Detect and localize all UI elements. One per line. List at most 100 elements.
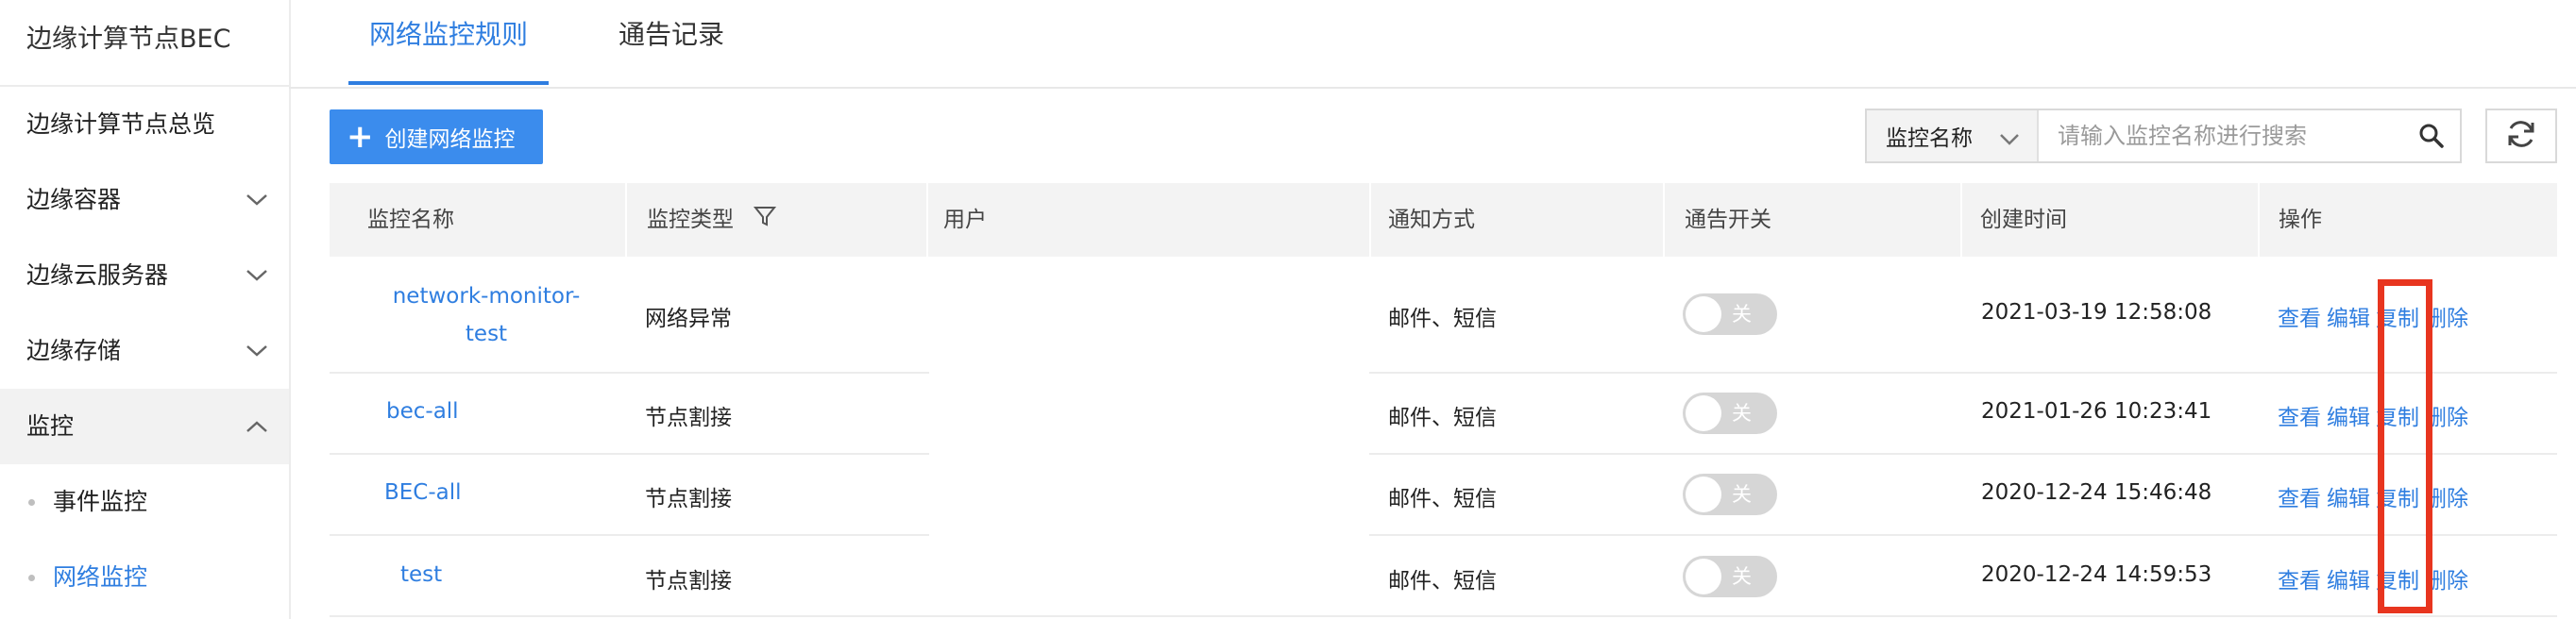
sidebar-item-label: 边缘云服务器 [26, 261, 169, 289]
column-header-type: 监控类型 [647, 183, 777, 258]
column-header-created: 创建时间 [1980, 208, 2067, 232]
bullet-dot [28, 499, 35, 506]
edit-link[interactable]: 编辑 [2327, 406, 2370, 430]
table-header: 监控名称 监控类型 用户 通知方式 通告开关 创建时间 操作 [330, 183, 2557, 257]
switch-knob [1686, 559, 1721, 594]
created-time: 2020-12-24 14:59:53 [1981, 562, 2212, 587]
monitor-name-link[interactable]: bec-all [386, 399, 459, 424]
sidebar-item-label: 边缘存储 [26, 337, 122, 364]
view-link[interactable]: 查看 [2278, 307, 2321, 331]
chevron-down-icon [246, 162, 268, 238]
notify-method: 邮件、短信 [1388, 569, 1497, 594]
column-separator [1663, 183, 1665, 257]
row-actions: 查看 编辑 复制 删除 [2278, 399, 2474, 431]
column-separator [625, 183, 627, 257]
chevron-up-icon [246, 389, 268, 464]
bullet-dot [28, 575, 35, 581]
sidebar-subitem-label: 事件监控 [53, 488, 148, 515]
column-header-user: 用户 [943, 208, 987, 232]
search-input[interactable] [2039, 110, 2403, 161]
monitor-name-link[interactable]: test [400, 562, 442, 587]
sidebar-item-edge-container[interactable]: 边缘容器 [0, 162, 289, 238]
monitor-name-link[interactable]: BEC-all [384, 480, 462, 505]
row-divider [330, 372, 929, 374]
sidebar-subitem-label: 网络监控 [53, 563, 148, 591]
switch-knob [1686, 296, 1721, 332]
column-header-name: 监控名称 [367, 208, 454, 232]
row-actions: 查看 编辑 复制 删除 [2278, 480, 2474, 512]
plus-icon: + [347, 118, 374, 156]
column-header-switch: 通告开关 [1685, 208, 1771, 232]
chevron-down-icon [1999, 127, 2020, 152]
notice-switch[interactable]: 关 [1683, 474, 1777, 515]
switch-label: 关 [1732, 303, 1752, 326]
switch-label: 关 [1732, 402, 1752, 425]
edit-link[interactable]: 编辑 [2327, 487, 2370, 511]
filter-icon[interactable] [754, 184, 777, 258]
row-divider [330, 453, 929, 455]
column-separator [2258, 183, 2260, 257]
column-header-actions: 操作 [2279, 208, 2322, 232]
sidebar-item-label: 边缘容器 [26, 186, 122, 213]
sidebar-item-edge-storage[interactable]: 边缘存储 [0, 313, 289, 389]
highlight-annotation-box [2378, 279, 2432, 613]
view-link[interactable]: 查看 [2278, 487, 2321, 511]
tab-notice-records[interactable]: 通告记录 [601, 0, 742, 85]
monitor-name-line: network-monitor- [392, 284, 581, 309]
notice-switch[interactable]: 关 [1683, 556, 1777, 597]
create-button-label: 创建网络监控 [384, 127, 516, 152]
monitor-type: 节点割接 [645, 487, 732, 511]
notify-method: 邮件、短信 [1388, 406, 1497, 430]
monitor-name-link[interactable]: network-monitor- test [387, 277, 585, 353]
tab-network-monitor-rules[interactable]: 网络监控规则 [348, 0, 549, 85]
edit-link[interactable]: 编辑 [2327, 307, 2370, 331]
monitor-name-line: test [465, 322, 508, 346]
sidebar-item-overview[interactable]: 边缘计算节点总览 [0, 87, 289, 162]
notify-method: 邮件、短信 [1388, 307, 1497, 331]
sidebar: 边缘计算节点BEC 边缘计算节点总览 边缘容器 边缘云服务器 边缘存储 监控 事… [0, 0, 291, 619]
notice-switch[interactable]: 关 [1683, 393, 1777, 434]
sidebar-item-label: 监控 [26, 412, 75, 440]
search-icon[interactable] [2403, 110, 2460, 161]
switch-label: 关 [1732, 565, 1752, 588]
sidebar-item-label: 边缘计算节点总览 [26, 110, 216, 138]
column-header-label: 监控类型 [647, 208, 734, 232]
chevron-down-icon [246, 313, 268, 389]
sidebar-item-monitor[interactable]: 监控 [0, 389, 289, 464]
created-time: 2021-03-19 12:58:08 [1981, 300, 2212, 325]
column-separator [1369, 183, 1371, 257]
monitor-type: 节点割接 [645, 406, 732, 430]
edit-link[interactable]: 编辑 [2327, 569, 2370, 594]
view-link[interactable]: 查看 [2278, 569, 2321, 594]
switch-knob [1686, 395, 1721, 431]
column-header-notify: 通知方式 [1388, 208, 1475, 232]
tab-label: 网络监控规则 [368, 19, 528, 50]
view-link[interactable]: 查看 [2278, 406, 2321, 430]
monitor-type: 网络异常 [645, 307, 732, 331]
column-separator [926, 183, 928, 257]
column-separator [1960, 183, 1962, 257]
refresh-button[interactable] [2485, 109, 2557, 163]
row-actions: 查看 编辑 复制 删除 [2278, 300, 2474, 332]
monitor-type: 节点割接 [645, 569, 732, 594]
sidebar-subitem-network-monitor[interactable]: 网络监控 [0, 540, 289, 615]
created-time: 2020-12-24 15:46:48 [1981, 480, 2212, 505]
search-box: 监控名称 [1865, 109, 2462, 163]
search-field-select[interactable]: 监控名称 [1867, 110, 2039, 161]
refresh-icon [2503, 116, 2539, 156]
notify-method: 邮件、短信 [1388, 487, 1497, 511]
create-network-monitor-button[interactable]: + 创建网络监控 [330, 109, 543, 164]
row-divider [330, 615, 2557, 617]
tab-label: 通告记录 [618, 19, 724, 50]
tab-bar: 网络监控规则 通告记录 [289, 0, 2576, 89]
row-divider [330, 534, 929, 536]
created-time: 2021-01-26 10:23:41 [1981, 399, 2212, 424]
sidebar-subitem-event-monitor[interactable]: 事件监控 [0, 464, 289, 540]
row-actions: 查看 编辑 复制 删除 [2278, 562, 2474, 594]
chevron-down-icon [246, 238, 268, 313]
sidebar-item-edge-server[interactable]: 边缘云服务器 [0, 238, 289, 313]
switch-knob [1686, 477, 1721, 512]
switch-label: 关 [1732, 483, 1752, 506]
search-field-value: 监控名称 [1886, 126, 1973, 151]
notice-switch[interactable]: 关 [1683, 293, 1777, 335]
